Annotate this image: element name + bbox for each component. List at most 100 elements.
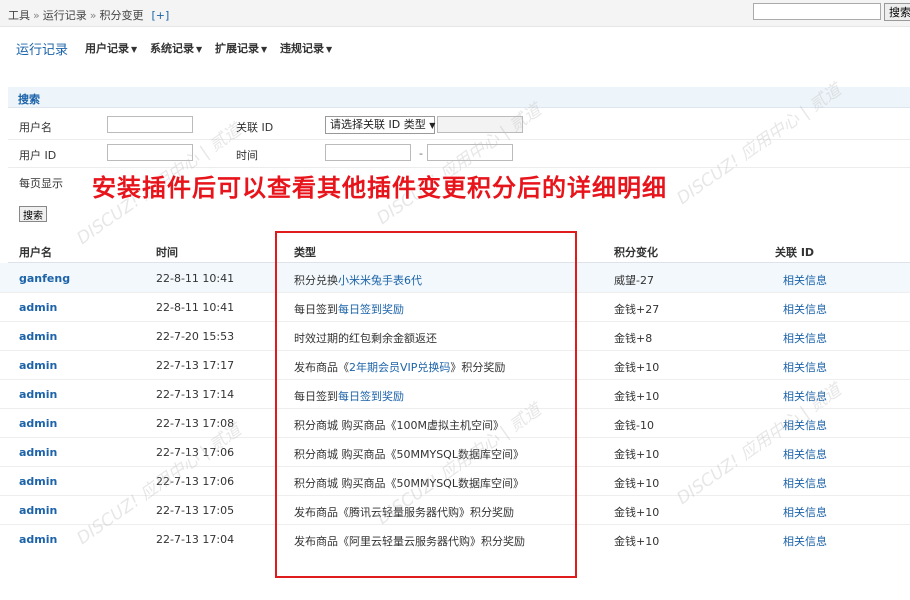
table-row: admin 22-7-13 17:04 发布商品《阿里云轻量云服务器代购》积分奖… [0, 524, 910, 553]
breadcrumb-run-records[interactable]: 运行记录 [43, 9, 87, 22]
nav-label: 扩展记录 [215, 42, 259, 55]
row-related-info-link[interactable]: 相关信息 [783, 446, 827, 462]
type-link[interactable]: 2年期会员VIP兑换码 [349, 361, 450, 374]
row-credit-change: 金钱+10 [614, 477, 660, 490]
row-username[interactable]: admin [19, 388, 57, 401]
row-related-info-link[interactable]: 相关信息 [783, 417, 827, 433]
row-time: 22-7-13 17:04 [156, 533, 235, 546]
type-text: 积分商城 购买商品《100M虚拟主机空间》 [294, 419, 504, 432]
top-search-button[interactable]: 搜索 [884, 3, 910, 21]
add-shortcut-link[interactable]: [+] [151, 9, 169, 22]
row-time: 22-7-13 17:14 [156, 388, 235, 401]
row-type: 发布商品《阿里云轻量云服务器代购》积分奖励 [294, 533, 525, 549]
row-time: 22-8-11 10:41 [156, 272, 235, 285]
relation-type-select[interactable]: 请选择关联 ID 类型 ▼ [325, 116, 435, 134]
row-credit-change: 金钱+10 [614, 361, 660, 374]
type-text-suffix: 》积分奖励 [450, 361, 506, 374]
row-type: 发布商品《2年期会员VIP兑换码》积分奖励 [294, 359, 505, 375]
row-related-info-link[interactable]: 相关信息 [783, 330, 827, 346]
row-related-info-link[interactable]: 相关信息 [783, 504, 827, 520]
row-username[interactable]: admin [19, 475, 57, 488]
row-credit-change: 金钱+8 [614, 332, 653, 345]
col-relation-id: 关联 ID [775, 246, 815, 259]
breadcrumb-tools[interactable]: 工具 [8, 9, 30, 22]
row-credit-change: 金钱+10 [614, 390, 660, 403]
type-link[interactable]: 每日签到奖励 [338, 303, 404, 316]
row-related-info-link[interactable]: 相关信息 [783, 533, 827, 549]
type-text: 积分兑换 [294, 274, 338, 287]
nav-run-records[interactable]: 运行记录 [16, 39, 68, 58]
col-type: 类型 [294, 246, 316, 259]
row-related-info-link[interactable]: 相关信息 [783, 388, 827, 404]
relation-id-input[interactable] [437, 116, 523, 133]
type-link[interactable]: 每日签到奖励 [338, 390, 404, 403]
table-row: admin 22-7-13 17:08 积分商城 购买商品《100M虚拟主机空间… [0, 408, 910, 438]
table-row: admin 22-7-13 17:17 发布商品《2年期会员VIP兑换码》积分奖… [0, 350, 910, 380]
table-row: admin 22-7-20 15:53 时效过期的红包剩余金额返还 金钱+8 相… [0, 321, 910, 351]
nav-label: 系统记录 [150, 42, 194, 55]
row-credit-change: 金钱-10 [614, 419, 654, 432]
top-search-input[interactable] [753, 3, 881, 20]
chevron-down-icon: ▼ [429, 121, 436, 130]
userid-input[interactable] [107, 144, 193, 161]
table-row: admin 22-7-13 17:06 积分商城 购买商品《50MMYSQL数据… [0, 466, 910, 496]
breadcrumb-separator: » [89, 9, 97, 22]
row-type: 时效过期的红包剩余金额返还 [294, 330, 437, 346]
breadcrumb-credit-change: 积分变更 [99, 9, 144, 22]
table-row: admin 22-8-11 10:41 每日签到每日签到奖励 金钱+27 相关信… [0, 292, 910, 322]
time-end-input[interactable] [427, 144, 513, 161]
nav-user-records[interactable]: 用户记录 ▼ [85, 40, 137, 56]
filter-row-username: 用户名 关联 ID 请选择关联 ID 类型 ▼ [8, 112, 910, 140]
row-username[interactable]: admin [19, 446, 57, 459]
row-time: 22-7-13 17:08 [156, 417, 235, 430]
type-text: 每日签到 [294, 303, 338, 316]
table-header: 用户名 时间 类型 积分变化 关联 ID [8, 238, 910, 263]
nav-violation-records[interactable]: 违规记录 ▼ [280, 40, 332, 56]
row-related-info-link[interactable]: 相关信息 [783, 272, 827, 288]
top-bar: 工具» 运行记录» 积分变更 [+] 搜索 [0, 0, 910, 27]
type-text: 每日签到 [294, 390, 338, 403]
col-credit-change: 积分变化 [614, 246, 658, 259]
table-row: admin 22-7-13 17:05 发布商品《腾讯云轻量服务器代购》积分奖励… [0, 495, 910, 525]
row-username[interactable]: admin [19, 301, 57, 314]
time-range-separator: - [419, 147, 423, 160]
row-related-info-link[interactable]: 相关信息 [783, 475, 827, 491]
type-link[interactable]: 小米米兔手表6代 [338, 274, 422, 287]
chevron-down-icon: ▼ [261, 45, 268, 54]
row-username[interactable]: ganfeng [19, 272, 70, 285]
col-username: 用户名 [19, 246, 52, 259]
time-start-input[interactable] [325, 144, 411, 161]
row-username[interactable]: admin [19, 330, 57, 343]
row-time: 22-8-11 10:41 [156, 301, 235, 314]
annotation-caption: 安装插件后可以查看其他插件变更积分后的详细明细 [92, 174, 667, 202]
row-credit-change: 金钱+10 [614, 506, 660, 519]
row-time: 22-7-20 15:53 [156, 330, 235, 343]
breadcrumb: 工具» 运行记录» 积分变更 [+] [8, 7, 169, 23]
row-credit-change: 金钱+27 [614, 303, 660, 316]
row-type: 积分商城 购买商品《50MMYSQL数据库空间》 [294, 446, 524, 462]
row-username[interactable]: admin [19, 533, 57, 546]
row-related-info-link[interactable]: 相关信息 [783, 301, 827, 317]
relation-select-value: 请选择关联 ID 类型 [330, 118, 426, 131]
row-credit-change: 威望-27 [614, 274, 654, 287]
row-related-info-link[interactable]: 相关信息 [783, 359, 827, 375]
row-username[interactable]: admin [19, 359, 57, 372]
row-credit-change: 金钱+10 [614, 448, 660, 461]
row-type: 积分商城 购买商品《100M虚拟主机空间》 [294, 417, 504, 433]
username-input[interactable] [107, 116, 193, 133]
search-submit-button[interactable]: 搜索 [19, 206, 47, 222]
row-time: 22-7-13 17:17 [156, 359, 235, 372]
row-username[interactable]: admin [19, 417, 57, 430]
col-time: 时间 [156, 246, 178, 259]
search-section-header: 搜索 [8, 87, 910, 108]
table-row: admin 22-7-13 17:06 积分商城 购买商品《50MMYSQL数据… [0, 437, 910, 467]
nav-label: 用户记录 [85, 42, 129, 55]
nav-system-records[interactable]: 系统记录 ▼ [150, 40, 202, 56]
row-time: 22-7-13 17:06 [156, 475, 235, 488]
type-text: 时效过期的红包剩余金额返还 [294, 332, 437, 345]
relation-id-label: 关联 ID [236, 121, 274, 134]
nav-extension-records[interactable]: 扩展记录 ▼ [215, 40, 267, 56]
row-time: 22-7-13 17:06 [156, 446, 235, 459]
row-username[interactable]: admin [19, 504, 57, 517]
type-text: 发布商品《阿里云轻量云服务器代购》积分奖励 [294, 535, 525, 548]
